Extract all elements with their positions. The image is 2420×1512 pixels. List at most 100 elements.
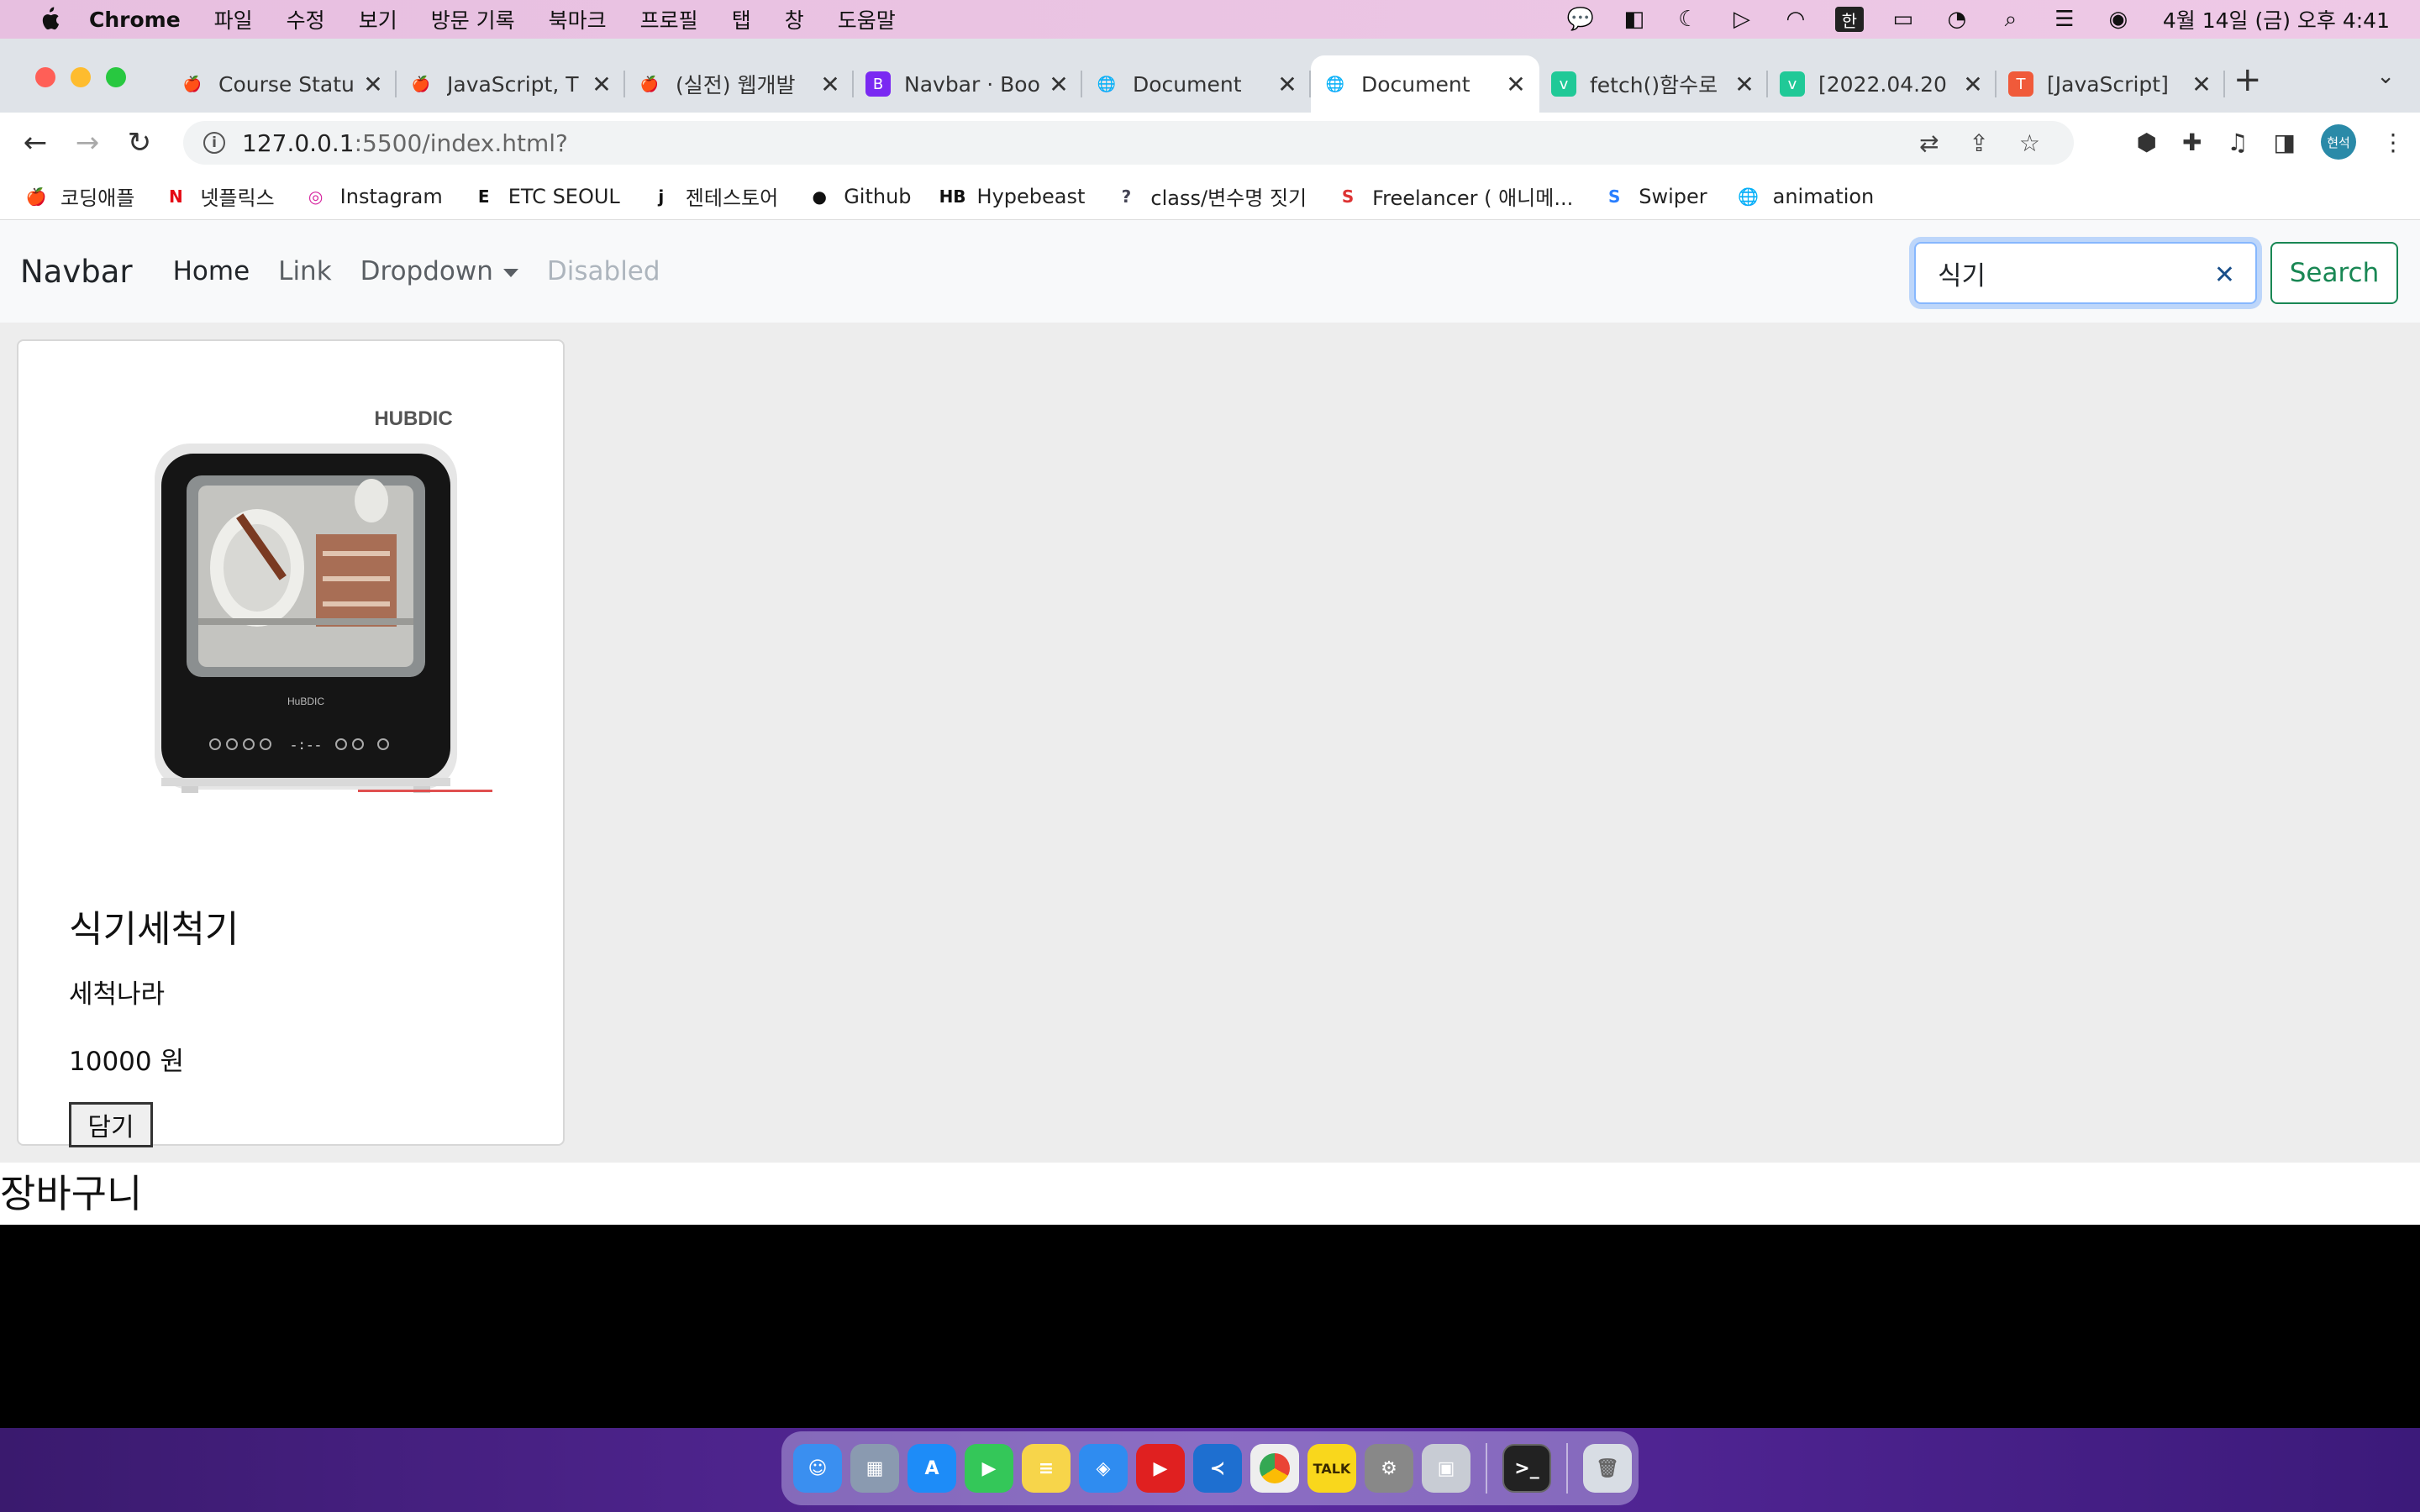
- bookmark-item[interactable]: j 젠테스토어: [649, 181, 778, 211]
- chat-status-icon[interactable]: 💬: [1566, 7, 1595, 32]
- system-settings-icon[interactable]: ⚙: [1365, 1444, 1413, 1493]
- menu-tab[interactable]: 탭: [732, 4, 751, 34]
- menu-help[interactable]: 도움말: [838, 4, 896, 34]
- terminal-icon[interactable]: >_: [1502, 1444, 1551, 1493]
- extension-hex-icon[interactable]: ⬢: [2137, 129, 2157, 156]
- finder-icon[interactable]: ☺: [793, 1444, 842, 1493]
- bookmark-favicon-icon: E: [477, 186, 490, 207]
- translate-icon[interactable]: ⇄: [1919, 129, 1939, 157]
- cart-heading: 장바구니: [0, 1163, 2420, 1225]
- bookmark-item[interactable]: ? class/변수명 짓기: [1113, 181, 1307, 211]
- close-tab-icon[interactable]: ✕: [1504, 71, 1528, 98]
- tab-3[interactable]: B Navbar · Boo ✕: [854, 55, 1082, 113]
- minimize-window-button[interactable]: [71, 67, 91, 87]
- menu-clock[interactable]: 4월 14일 (금) 오후 4:41: [2163, 4, 2390, 34]
- tab-0[interactable]: 🍎 Course Statu ✕: [168, 55, 397, 113]
- menu-file[interactable]: 파일: [214, 4, 253, 34]
- tab-list: 🍎 Course Statu ✕ 🍎 JavaScript, T ✕ 🍎 (실전) 웹개발 ✕…: [168, 55, 2225, 113]
- close-tab-icon[interactable]: ✕: [1961, 71, 1985, 98]
- bookmark-item[interactable]: S Swiper: [1602, 184, 1707, 209]
- chrome-icon[interactable]: [1250, 1444, 1299, 1493]
- youtube-music-icon[interactable]: ▶: [1136, 1444, 1185, 1493]
- avatar[interactable]: 현석: [2321, 124, 2356, 160]
- nav-link-disabled: Disabled: [546, 256, 660, 286]
- siri-icon[interactable]: ◉: [2104, 7, 2133, 32]
- close-tab-icon[interactable]: ✕: [1733, 71, 1756, 98]
- menu-edit[interactable]: 수정: [287, 4, 325, 34]
- share-icon[interactable]: ⇪: [1969, 129, 1988, 157]
- bookmark-item[interactable]: ◎ Instagram: [303, 184, 443, 209]
- notes-icon[interactable]: ≡: [1022, 1444, 1071, 1493]
- close-window-button[interactable]: [35, 67, 55, 87]
- nav-link-home[interactable]: Home: [173, 256, 250, 286]
- new-tab-button[interactable]: +: [2233, 60, 2262, 99]
- nav-dropdown[interactable]: Dropdown: [360, 256, 518, 286]
- battery-icon[interactable]: ▭: [1889, 7, 1918, 32]
- bookmark-item[interactable]: ● Github: [807, 184, 911, 209]
- input-source-indicator[interactable]: 한: [1834, 7, 1864, 32]
- trash-icon[interactable]: 🗑: [1583, 1444, 1632, 1493]
- extensions-puzzle-icon[interactable]: ✚: [2182, 129, 2202, 156]
- search-input[interactable]: 식기 ✕: [1914, 242, 2257, 304]
- nav-link-link[interactable]: Link: [278, 256, 331, 286]
- app-store-icon[interactable]: A: [908, 1444, 956, 1493]
- menu-view[interactable]: 보기: [359, 4, 397, 34]
- more-menu-icon[interactable]: ⋮: [2381, 129, 2405, 156]
- headphones-icon[interactable]: ◠: [1781, 7, 1810, 32]
- menu-window[interactable]: 창: [785, 4, 804, 34]
- kakaotalk-icon[interactable]: TALK: [1307, 1444, 1356, 1493]
- bookmark-star-icon[interactable]: ☆: [2019, 129, 2040, 157]
- menu-profile[interactable]: 프로필: [640, 4, 698, 34]
- add-to-cart-button[interactable]: 담기: [69, 1102, 153, 1147]
- close-tab-icon[interactable]: ✕: [818, 71, 842, 98]
- safari-icon[interactable]: ◈: [1079, 1444, 1128, 1493]
- bookmark-favicon-icon: S: [1608, 186, 1621, 207]
- search-button[interactable]: Search: [2270, 242, 2398, 304]
- apple-icon[interactable]: [32, 3, 66, 36]
- play-icon[interactable]: ▷: [1728, 7, 1756, 32]
- menu-bookmarks[interactable]: 북마크: [549, 4, 607, 34]
- media-control-icon[interactable]: ♫: [2227, 129, 2248, 156]
- bookmark-item[interactable]: 🍎 코딩애플: [24, 181, 135, 211]
- site-info-icon[interactable]: i: [203, 132, 225, 154]
- chevron-down-icon[interactable]: ⌄: [2376, 64, 2395, 89]
- tab-6[interactable]: v fetch()함수로 ✕: [1539, 55, 1768, 113]
- menu-history[interactable]: 방문 기록: [431, 4, 515, 34]
- facetime-icon[interactable]: ▶: [965, 1444, 1013, 1493]
- back-button[interactable]: ←: [18, 126, 52, 160]
- bookmark-item[interactable]: N 넷플릭스: [163, 181, 275, 211]
- bookmark-item[interactable]: E ETC SEOUL: [471, 184, 620, 209]
- close-tab-icon[interactable]: ✕: [1276, 71, 1299, 98]
- launchpad-icon[interactable]: ▦: [850, 1444, 899, 1493]
- preview-icon[interactable]: ▣: [1422, 1444, 1470, 1493]
- tab-7[interactable]: v [2022.04.20 ✕: [1768, 55, 1996, 113]
- moon-icon[interactable]: ☾: [1674, 7, 1702, 32]
- control-center-icon[interactable]: ☰: [2050, 7, 2079, 32]
- sidebar-icon[interactable]: ◧: [1620, 7, 1649, 32]
- tab-5[interactable]: 🌐 Document ✕: [1311, 55, 1539, 113]
- search-icon[interactable]: ⌕: [1996, 7, 2025, 32]
- tab-favicon-icon: v: [1780, 71, 1805, 97]
- tab-2[interactable]: 🍎 (실전) 웹개발 ✕: [625, 55, 854, 113]
- navbar-brand[interactable]: Navbar: [20, 254, 133, 290]
- bookmark-item[interactable]: S Freelancer ( 애니메...: [1335, 181, 1573, 211]
- side-panel-icon[interactable]: ◨: [2274, 129, 2296, 156]
- tab-favicon-icon: v: [1551, 71, 1576, 97]
- forward-button[interactable]: →: [71, 126, 104, 160]
- tab-8[interactable]: T [JavaScript] ✕: [1996, 55, 2225, 113]
- wifi-icon[interactable]: ◔: [1943, 7, 1971, 32]
- menu-app-name[interactable]: Chrome: [89, 8, 181, 32]
- close-tab-icon[interactable]: ✕: [1047, 71, 1071, 98]
- reload-button[interactable]: ↻: [123, 126, 156, 160]
- close-tab-icon[interactable]: ✕: [361, 71, 385, 98]
- vscode-icon[interactable]: ≺: [1193, 1444, 1242, 1493]
- close-tab-icon[interactable]: ✕: [2190, 71, 2213, 98]
- tab-4[interactable]: 🌐 Document ✕: [1082, 55, 1311, 113]
- bookmark-item[interactable]: 🌐 animation: [1736, 184, 1874, 209]
- address-bar[interactable]: i 127.0.0.1:5500/index.html? ⇄ ⇪ ☆: [183, 121, 2074, 165]
- bookmark-item[interactable]: HB Hypebeast: [939, 184, 1086, 209]
- close-tab-icon[interactable]: ✕: [590, 71, 613, 98]
- clear-search-icon[interactable]: ✕: [2214, 260, 2235, 290]
- zoom-window-button[interactable]: [106, 67, 126, 87]
- tab-1[interactable]: 🍎 JavaScript, T ✕: [397, 55, 625, 113]
